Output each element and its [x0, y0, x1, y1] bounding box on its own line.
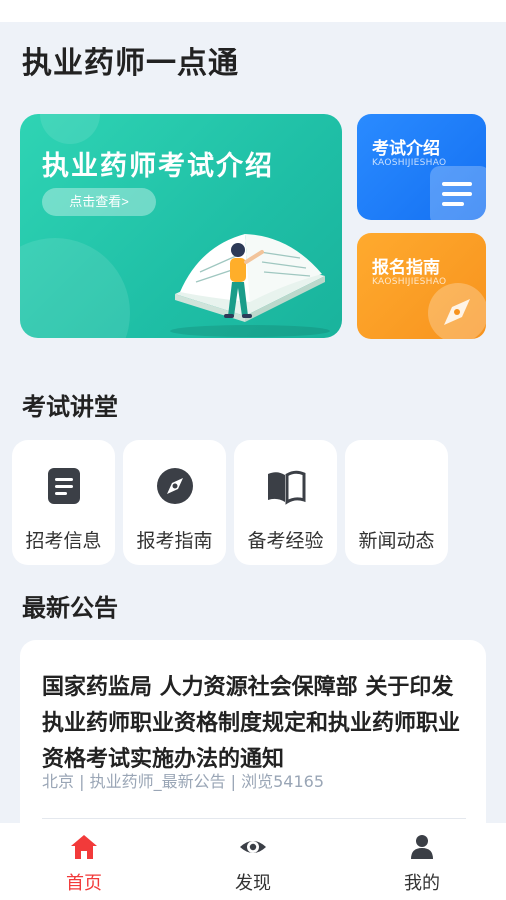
bottom-nav: 首页 发现 我的 [0, 823, 506, 900]
registration-guide-card[interactable]: 报名指南 KAOSHIJIESHAO [357, 233, 486, 339]
nav-label: 首页 [66, 873, 102, 894]
tile-label: 新闻动态 [358, 530, 435, 552]
status-bar [0, 0, 506, 22]
compass-icon [156, 468, 193, 504]
tile-label: 报考指南 [136, 530, 213, 552]
announcement-card[interactable]: 国家药监局 人力资源社会保障部 关于印发执业药师职业资格制度规定和执业药师职业资… [20, 640, 486, 840]
compass-icon [428, 283, 486, 339]
home-icon [71, 835, 97, 859]
tile-label: 招考信息 [25, 530, 102, 552]
announcement-title: 国家药监局 人力资源社会保障部 关于印发执业药师职业资格制度规定和执业药师职业资… [42, 675, 461, 772]
document-icon [47, 468, 80, 504]
tile-application-guide[interactable]: 报考指南 [123, 440, 226, 565]
tile-study-experience[interactable]: 备考经验 [234, 440, 337, 565]
list-icon [430, 166, 486, 220]
banner-title: 执业药师考试介绍 [42, 151, 274, 182]
user-icon [411, 835, 433, 859]
view-details-button[interactable]: 点击查看> [42, 188, 156, 216]
banner-decoration [20, 238, 130, 338]
nav-label: 我的 [404, 873, 440, 894]
card-title: 考试介绍 [372, 139, 440, 159]
book-icon [267, 470, 305, 505]
nav-home[interactable]: 首页 [24, 823, 144, 900]
divider [42, 818, 466, 819]
nav-profile[interactable]: 我的 [362, 823, 482, 900]
nav-label: 发现 [235, 873, 271, 894]
tile-recruitment-info[interactable]: 招考信息 [12, 440, 115, 565]
tile-label: 备考经验 [247, 530, 324, 552]
reading-book-illustration [170, 234, 330, 337]
nav-discover[interactable]: 发现 [193, 823, 313, 900]
exam-intro-card[interactable]: 考试介绍 KAOSHIJIESHAO [357, 114, 486, 220]
banner-decoration [40, 114, 100, 144]
section-title-announcements: 最新公告 [22, 594, 118, 622]
page-title: 执业药师一点通 [22, 46, 239, 81]
announcement-meta: 北京 | 执业药师_最新公告 | 浏览54165 [42, 772, 325, 791]
eye-icon [240, 841, 266, 853]
section-title-lecture: 考试讲堂 [22, 393, 118, 421]
exam-intro-banner[interactable]: 执业药师考试介绍 点击查看> [20, 114, 342, 338]
tile-news[interactable]: 新闻动态 [345, 440, 448, 565]
card-title: 报名指南 [372, 258, 440, 278]
